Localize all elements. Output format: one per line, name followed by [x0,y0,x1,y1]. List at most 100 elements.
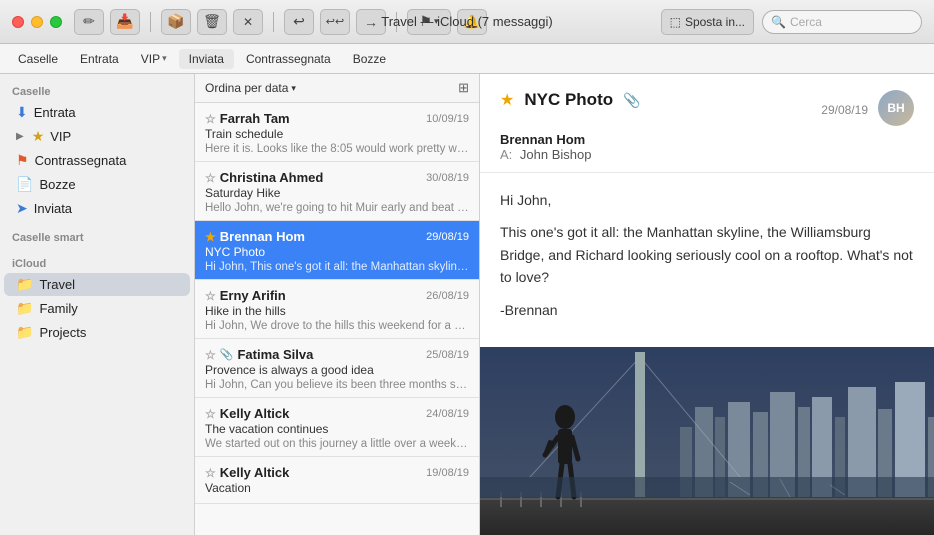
folder-travel-icon: 📁 [16,276,33,293]
detail-header-meta: Brennan Hom A: John Bishop [500,130,914,162]
email-preview: Hello John, we're going to hit Muir earl… [205,202,469,214]
window-title: Travel — iCloud (7 messaggi) [381,14,552,29]
send-icon: ➤ [16,200,28,217]
email-date: 10/09/19 [426,113,469,125]
flag-sidebar-icon: ⚑ [16,152,29,169]
tab-inviata[interactable]: Inviata [179,49,234,69]
search-box[interactable]: 🔍 Cerca [762,10,922,34]
detail-title-left: ★ NYC Photo 📎 [500,90,647,110]
email-list: Ordina per data ▾ ⊞ ☆ Farrah Tam 10/09/1… [195,74,480,535]
email-item-1[interactable]: ☆ Farrah Tam 10/09/19 Train schedule Her… [195,103,479,162]
detail-star-icon[interactable]: ★ [500,90,514,110]
email-subject: Train schedule [205,127,469,141]
avatar: BH [878,90,914,126]
star-icon[interactable]: ★ [205,230,216,244]
star-icon[interactable]: ☆ [205,466,216,480]
email-preview: Hi John, This one's got it all: the Manh… [205,261,469,273]
email-subject: The vacation continues [205,422,469,436]
tab-caselle[interactable]: Caselle [8,49,68,69]
city-photo-svg [480,347,934,535]
email-date: 25/08/19 [426,349,469,361]
close-button[interactable] [12,16,24,28]
email-header-row: ☆ 📎 Fatima Silva 25/08/19 [205,347,469,362]
sidebar-item-vip[interactable]: ▶ ★ VIP [4,125,190,148]
email-sender: ☆ 📎 Fatima Silva [205,347,313,362]
list-view-icon[interactable]: ⊞ [458,80,469,96]
email-subject: NYC Photo [205,245,469,259]
star-icon[interactable]: ☆ [205,171,216,185]
sort-chevron-icon: ▾ [291,83,296,94]
email-item-3[interactable]: ★ Brennan Hom 29/08/19 NYC Photo Hi John… [195,221,479,280]
email-header-row: ☆ Kelly Altick 19/08/19 [205,465,469,480]
email-photo [480,347,934,535]
tab-bozze[interactable]: Bozze [343,49,396,69]
reply-button[interactable]: ↩ [284,9,314,35]
tab-entrata[interactable]: Entrata [70,49,129,69]
email-date: 30/08/19 [426,172,469,184]
email-header-row: ☆ Erny Arifin 26/08/19 [205,288,469,303]
archive-button[interactable]: 📦 [161,9,191,35]
maximize-button[interactable] [50,16,62,28]
doc-icon: 📄 [16,176,33,193]
email-date: 24/08/19 [426,408,469,420]
email-header-row: ★ Brennan Hom 29/08/19 [205,229,469,244]
email-preview: Here it is. Looks like the 8:05 would wo… [205,143,469,155]
sidebar-item-inviata[interactable]: ➤ Inviata [4,197,190,220]
email-sender: ☆ Christina Ahmed [205,170,323,185]
sort-button[interactable]: Ordina per data ▾ [205,81,296,95]
detail-from: Brennan Hom [500,132,591,147]
title-bar: ✏ 📥 📦 🗑 ✕ ↩ ↩↩ → ⚑ ▾ 🔔 [0,0,934,44]
sidebar-item-travel[interactable]: 📁 Travel [4,273,190,296]
sidebar-item-entrata[interactable]: ⬇ Entrata [4,101,190,124]
email-subject: Provence is always a good idea [205,363,469,377]
detail-subject: NYC Photo [524,90,613,110]
compose-icon: ✏ [83,13,95,30]
email-detail: ★ NYC Photo 📎 29/08/19 BH Brennan Hom [480,74,934,535]
archive-icon: 📦 [167,13,184,30]
reply-all-icon: ↩↩ [326,15,344,28]
email-item-4[interactable]: ☆ Erny Arifin 26/08/19 Hike in the hills… [195,280,479,339]
detail-to: A: John Bishop [500,147,591,162]
search-icon: 🔍 [771,15,786,29]
sidebar-item-bozze[interactable]: 📄 Bozze [4,173,190,196]
mailbox-button[interactable]: 📥 [110,9,140,35]
sidebar-section-caselle: Caselle [0,80,194,100]
compose-button[interactable]: ✏ [74,9,104,35]
star-icon[interactable]: ☆ [205,289,216,303]
main-layout: Caselle ⬇ Entrata ▶ ★ VIP ⚑ Contrassegna… [0,74,934,535]
vip-chevron-icon: ▾ [162,53,167,64]
email-item-2[interactable]: ☆ Christina Ahmed 30/08/19 Saturday Hike… [195,162,479,221]
detail-attachment-icon: 📎 [623,92,640,109]
detail-to-name: John Bishop [520,147,592,162]
email-sender: ☆ Erny Arifin [205,288,286,303]
email-sender: ☆ Farrah Tam [205,111,290,126]
email-item-6[interactable]: ☆ Kelly Altick 24/08/19 The vacation con… [195,398,479,457]
delete-button[interactable]: ✕ [233,9,263,35]
trash-button[interactable]: 🗑 [197,9,227,35]
sidebar-item-projects[interactable]: 📁 Projects [4,321,190,344]
email-date: 26/08/19 [426,290,469,302]
body-signature: -Brennan [500,299,914,321]
sidebar-item-family[interactable]: 📁 Family [4,297,190,320]
email-date: 29/08/19 [426,231,469,243]
tab-contrassegnata[interactable]: Contrassegnata [236,49,341,69]
move-button[interactable]: ⬚ Sposta in... [661,9,754,35]
star-icon[interactable]: ☆ [205,112,216,126]
minimize-button[interactable] [31,16,43,28]
inbox-icon: ⬇ [16,104,28,121]
tab-vip[interactable]: VIP ▾ [131,49,177,69]
email-item-7[interactable]: ☆ Kelly Altick 19/08/19 Vacation [195,457,479,504]
email-item-5[interactable]: ☆ 📎 Fatima Silva 25/08/19 Provence is al… [195,339,479,398]
sidebar-item-contrassegnata[interactable]: ⚑ Contrassegnata [4,149,190,172]
email-header-row: ☆ Farrah Tam 10/09/19 [205,111,469,126]
email-detail-header: ★ NYC Photo 📎 29/08/19 BH Brennan Hom [480,74,934,173]
email-preview: Hi John, Can you believe its been three … [205,379,469,391]
detail-sender-row: Brennan Hom A: John Bishop [500,130,591,162]
email-date: 19/08/19 [426,467,469,479]
reply-all-button[interactable]: ↩↩ [320,9,350,35]
star-icon[interactable]: ☆ [205,348,216,362]
email-list-header: Ordina per data ▾ ⊞ [195,74,479,103]
sidebar-section-icloud: iCloud [0,252,194,272]
email-header-row: ☆ Christina Ahmed 30/08/19 [205,170,469,185]
star-icon[interactable]: ☆ [205,407,216,421]
